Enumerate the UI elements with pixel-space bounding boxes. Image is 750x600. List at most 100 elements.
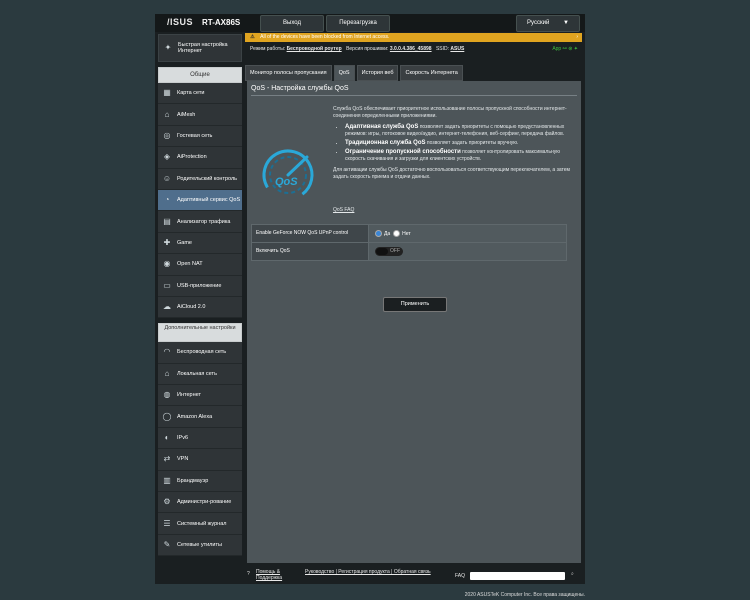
guest-network-icon: ◎ xyxy=(163,130,171,140)
table-row: Включить QoS OFF xyxy=(252,243,566,260)
router-admin-window: /ISUS RT-AX86S Выход Перезагрузка Русски… xyxy=(155,14,585,584)
alexa-icon: ◯ xyxy=(162,411,172,421)
firewall-icon: ▥ xyxy=(163,475,171,485)
language-select[interactable]: Русский ▼ xyxy=(516,15,580,32)
tab-internet-speed[interactable]: Скорость Интернета xyxy=(400,65,463,81)
quick-setup-label: Быстрая настройка Интернет xyxy=(178,42,228,54)
sidebar-item-label: Брандмауэр xyxy=(177,477,209,484)
radio-yes[interactable] xyxy=(375,230,382,237)
sidebar-item[interactable]: ☰ Системный журнал xyxy=(158,513,242,535)
qos-speedometer-icon: QoS xyxy=(262,149,314,201)
radio-no[interactable] xyxy=(393,230,401,237)
sidebar-item-label: Анализатор трафика xyxy=(177,218,231,225)
sidebar-item-label: Сетевые утилиты xyxy=(177,542,222,548)
qos-icon: ◔ xyxy=(164,195,170,205)
app-label[interactable]: App xyxy=(552,46,561,52)
alert-arrow-icon[interactable]: › xyxy=(576,33,578,42)
sidebar-item[interactable]: ✚ Game xyxy=(158,232,242,255)
wps-icon[interactable]: ✦ xyxy=(574,46,578,52)
activation-text: Для активации службы QoS достаточно восп… xyxy=(333,167,570,180)
sidebar-item[interactable]: ⇄ VPN xyxy=(158,449,242,471)
sidebar-item[interactable]: ◉ Open NAT xyxy=(158,254,242,276)
enable-qos-label: Включить QoS xyxy=(252,243,369,260)
sidebar-item-label: VPN xyxy=(177,456,189,463)
internet-status-icon[interactable]: ⊛ xyxy=(568,46,572,52)
parental-control-icon: ☺ xyxy=(162,173,172,183)
sidebar-item[interactable]: ⌂ Локальная сеть xyxy=(158,363,242,386)
faq-search-input[interactable] xyxy=(470,572,565,580)
mode-value-link[interactable]: Беспроводной роутер xyxy=(287,46,342,52)
geforce-upnp-label: Enable GeForce NOW QoS UPnP control xyxy=(252,225,369,242)
ssid-value-link[interactable]: ASUS xyxy=(450,46,464,52)
sidebar-item[interactable]: ▦ Карта сети xyxy=(158,83,242,105)
sidebar-item-label: AiProtection xyxy=(177,154,207,161)
tab-qos[interactable]: QoS xyxy=(333,65,355,81)
sidebar-item[interactable]: ▥ Брандмауэр xyxy=(158,470,242,493)
general-nav: ▦ Карта сети ⌂ AiMesh ◎ Гостевая сеть ◈ AiProte… xyxy=(158,83,242,319)
sidebar-item[interactable]: ⚙ Администри-рование xyxy=(158,492,242,514)
help-support-link[interactable]: Помощь & Поддержка xyxy=(256,569,294,581)
status-line: Режим работы: Беспроводной роутер Версия… xyxy=(250,44,580,54)
page-title: QoS - Настройка службы QoS xyxy=(251,85,349,92)
wizard-icon: ✦ xyxy=(164,43,172,52)
ssid-label: SSID: xyxy=(435,46,450,52)
chevron-down-icon: ▼ xyxy=(562,20,569,26)
sidebar-item-label: Гостевая сеть xyxy=(177,132,213,139)
aimesh-icon: ⌂ xyxy=(164,109,170,119)
firmware-value-link[interactable]: 3.0.0.4.386_45898 xyxy=(390,46,432,52)
sidebar-item[interactable]: ◯ Amazon Alexa xyxy=(158,406,242,428)
sidebar-item-label: USB-приложение xyxy=(177,282,222,289)
cloud-icon: ☁ xyxy=(163,302,171,312)
sidebar-item[interactable]: ◈ AiProtection xyxy=(158,147,242,169)
warning-icon: ⚠ xyxy=(250,34,255,40)
sidebar-item-label: Game xyxy=(177,239,192,246)
sidebar-item[interactable]: ▭ USB-приложение xyxy=(158,275,242,297)
sidebar-item[interactable]: ◔ Адаптивный сервис QoS xyxy=(158,189,242,212)
logout-button[interactable]: Выход xyxy=(260,15,324,32)
sidebar-item-label: Amazon Alexa xyxy=(177,413,213,420)
traffic-analyzer-icon: ▤ xyxy=(163,216,171,226)
vpn-icon: ⇄ xyxy=(163,454,171,464)
sidebar-item[interactable]: ◎ Гостевая сеть xyxy=(158,125,242,148)
sidebar-item[interactable]: ✎ Сетевые утилиты xyxy=(158,534,242,557)
alert-text: All of the devices have been blocked fro… xyxy=(260,34,390,40)
quick-setup-button[interactable]: ✦ Быстрая настройка Интернет xyxy=(158,34,242,62)
globe-icon: ◍ xyxy=(163,390,171,400)
network-map-icon: ▦ xyxy=(163,88,171,98)
enable-qos-toggle[interactable]: OFF xyxy=(375,247,403,256)
sidebar-item[interactable]: ⌂ AiMesh xyxy=(158,104,242,126)
reboot-button[interactable]: Перезагрузка xyxy=(326,15,390,32)
sidebar-item-label: AiCloud 2.0 xyxy=(177,304,206,311)
sidebar-item[interactable]: ◠ Беспроводная сеть xyxy=(158,342,242,364)
sidebar-item[interactable]: ☺ Родительский контроль xyxy=(158,168,242,190)
footer-links[interactable]: Руководство | Регистрация продукта | Обр… xyxy=(305,569,445,575)
tab-bandwidth-monitor[interactable]: Монитор полосы пропускания xyxy=(245,65,332,81)
open-nat-icon: ◉ xyxy=(163,259,171,269)
alert-banner: ⚠ All of the devices have been blocked f… xyxy=(245,33,582,42)
footer: ? Помощь & Поддержка Руководство | Регис… xyxy=(155,569,585,584)
apply-button[interactable]: Применить xyxy=(383,297,447,312)
qos-faq-link[interactable]: QoS FAQ xyxy=(333,207,354,213)
sidebar-item[interactable]: ◐ IPv6 xyxy=(158,427,242,450)
search-icon[interactable]: ⌕ xyxy=(571,571,574,577)
intro-text: Служба QoS обеспечивает приоритетное исп… xyxy=(333,106,567,119)
top-bar: /ISUS RT-AX86S Выход Перезагрузка Русски… xyxy=(155,14,585,32)
sidebar-item-label: Беспроводная сеть xyxy=(177,349,227,356)
geforce-upnp-radio-group: Да Нет xyxy=(369,225,566,242)
tab-web-history[interactable]: История веб xyxy=(356,65,399,81)
network-status-icon[interactable]: ⚯ xyxy=(563,46,567,52)
title-divider xyxy=(251,95,577,96)
sidebar-item-label: Open NAT xyxy=(177,261,203,268)
help-icon: ? xyxy=(247,571,250,577)
status-icons: App ⚯ ⊛ ✦ xyxy=(552,44,578,54)
language-value: Русский xyxy=(527,20,550,26)
sidebar-item[interactable]: ▤ Анализатор трафика xyxy=(158,211,242,233)
sidebar-item[interactable]: ☁ AiCloud 2.0 xyxy=(158,296,242,319)
sidebar-item-label: Родительский контроль xyxy=(177,175,238,182)
sidebar-item-label: Карта сети xyxy=(177,90,205,97)
firmware-label: Версия прошивки: xyxy=(346,46,389,52)
admin-icon: ⚙ xyxy=(163,497,171,507)
sidebar-item[interactable]: ◍ Интернет xyxy=(158,385,242,407)
sidebar-item-label: AiMesh xyxy=(177,111,196,118)
gamepad-icon: ✚ xyxy=(163,237,171,247)
